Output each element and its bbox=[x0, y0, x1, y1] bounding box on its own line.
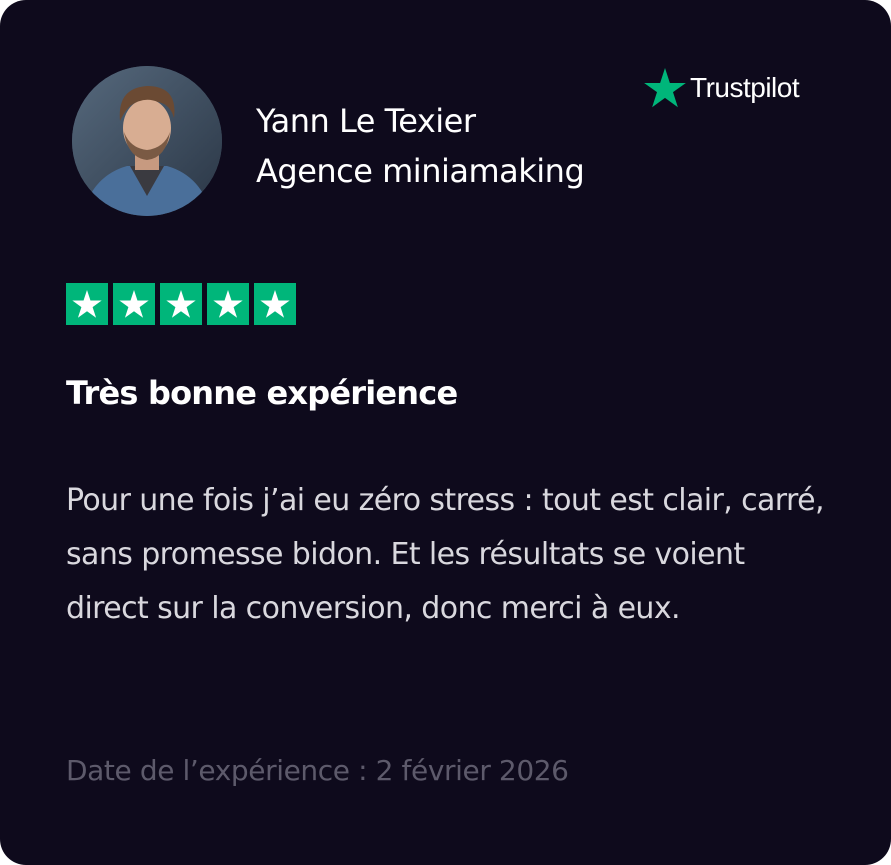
review-title: Très bonne expérience bbox=[66, 374, 458, 412]
experience-date: Date de l’expérience : 2 février 2026 bbox=[66, 754, 569, 787]
star-icon bbox=[113, 283, 155, 325]
avatar bbox=[72, 66, 222, 216]
reviewer-info: Yann Le Texier Agence miniamaking bbox=[256, 96, 585, 196]
review-card: Yann Le Texier Agence miniamaking Trustp… bbox=[0, 0, 891, 865]
trustpilot-wordmark: Trustpilot bbox=[690, 72, 800, 103]
star-icon bbox=[66, 283, 108, 325]
trustpilot-logo: Trustpilot bbox=[644, 66, 800, 110]
star-icon bbox=[254, 283, 296, 325]
star-rating bbox=[66, 283, 296, 325]
reviewer-company: Agence miniamaking bbox=[256, 152, 585, 190]
star-icon bbox=[160, 283, 202, 325]
trustpilot-star-icon bbox=[644, 68, 686, 108]
reviewer-name: Yann Le Texier bbox=[256, 102, 476, 140]
star-icon bbox=[207, 283, 249, 325]
review-body: Pour une fois j’ai eu zéro stress : tout… bbox=[66, 483, 824, 626]
